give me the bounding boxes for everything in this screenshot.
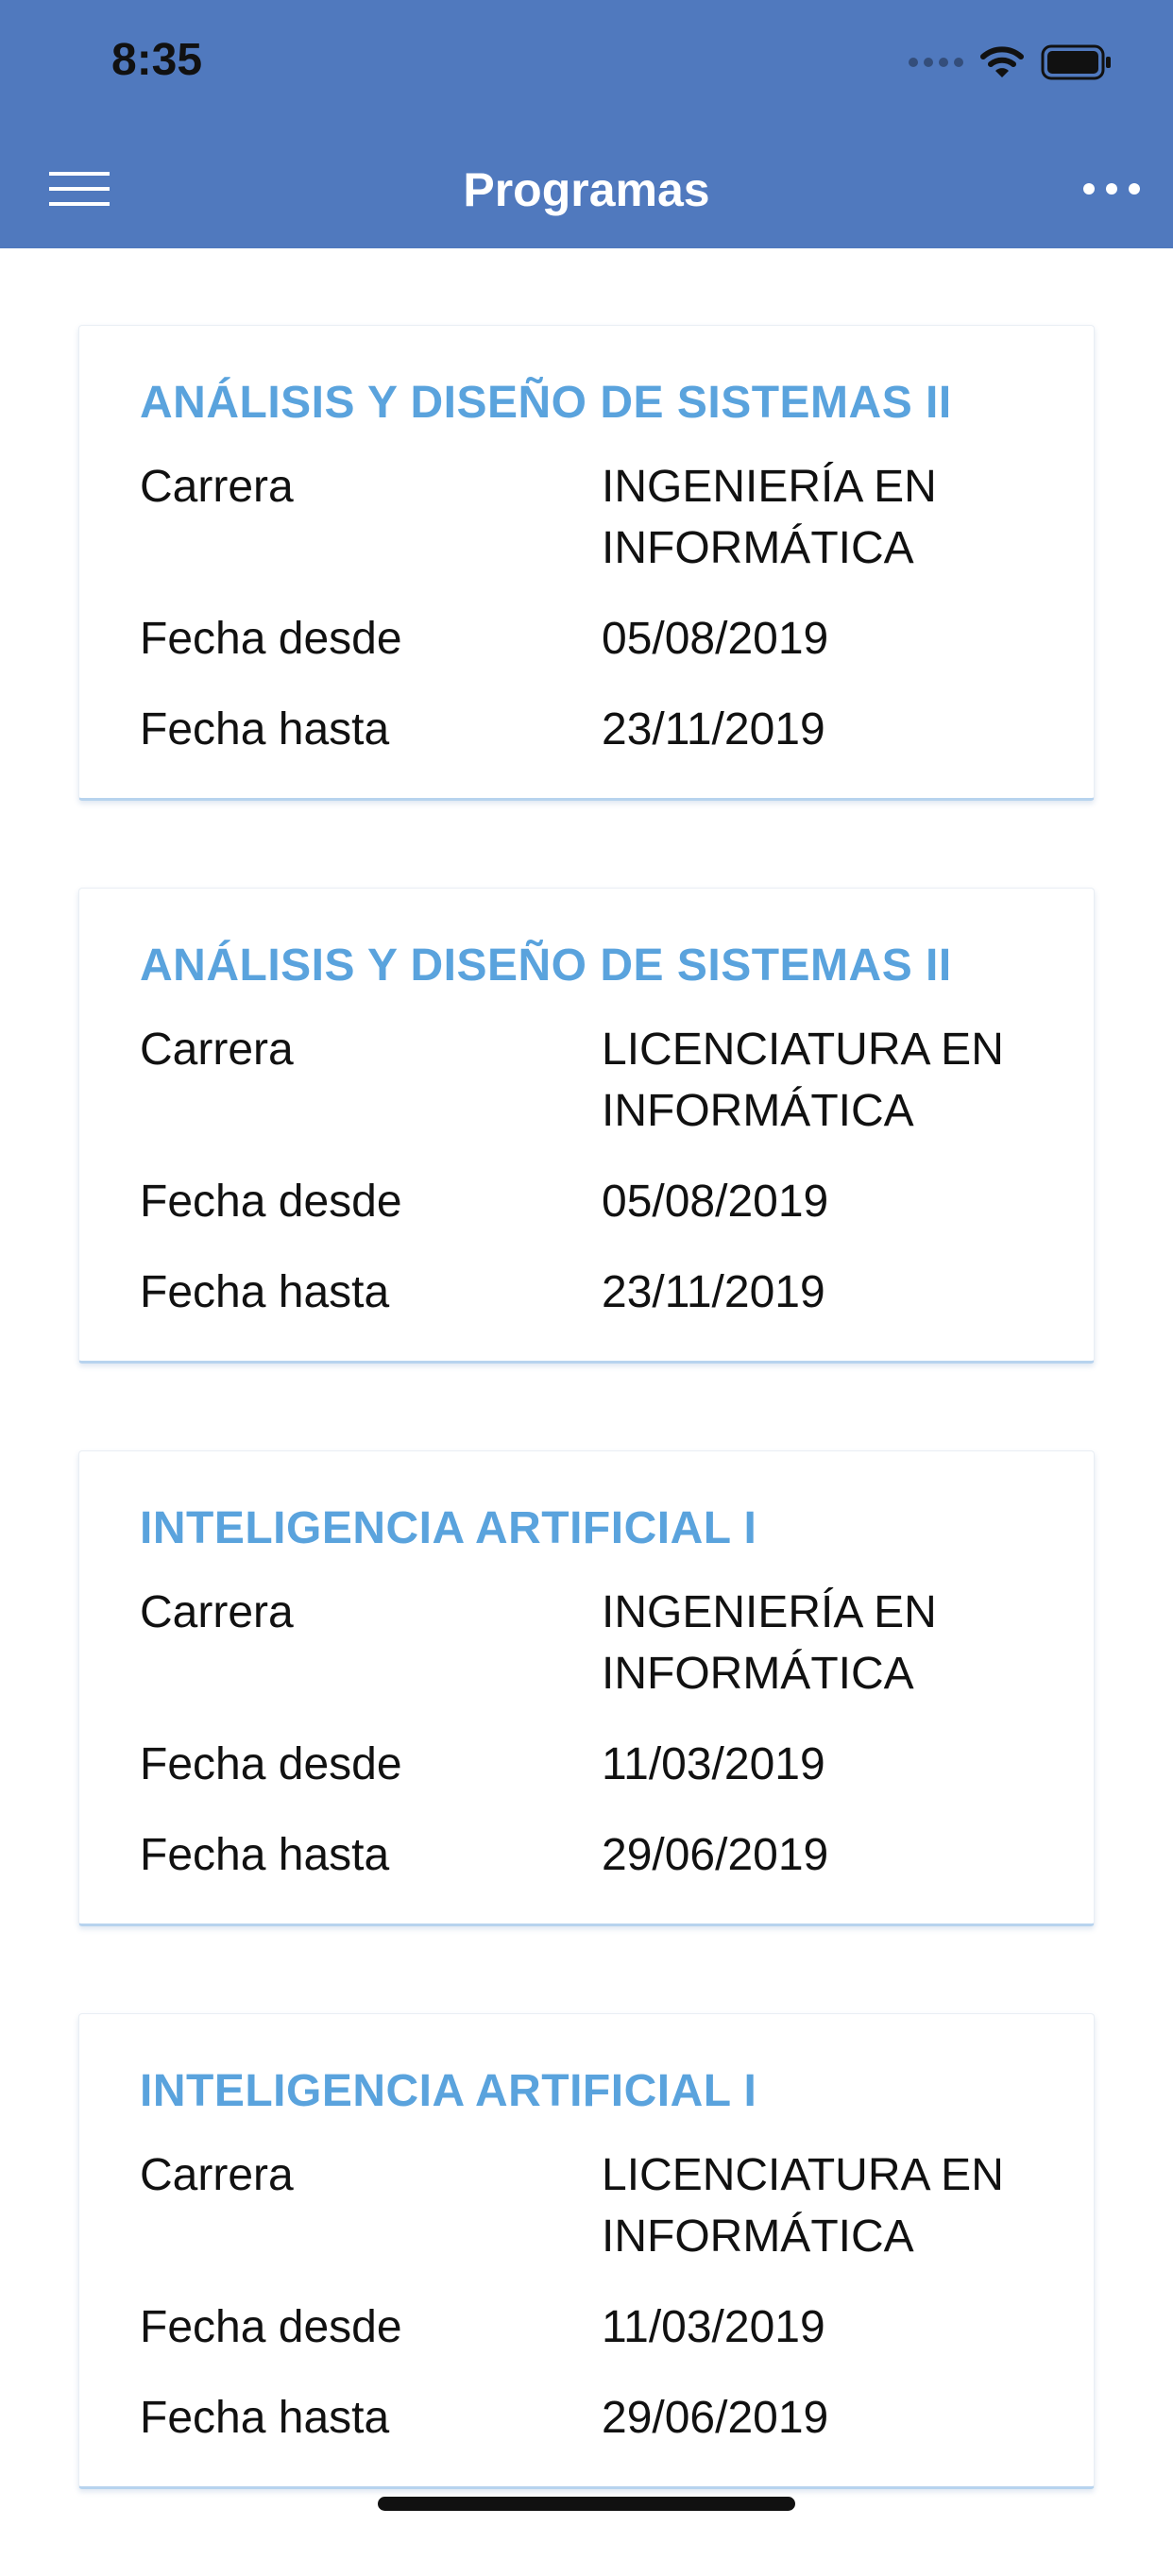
program-card[interactable]: ANÁLISIS Y DISEÑO DE SISTEMAS II Carrera L… bbox=[78, 888, 1095, 1364]
field-value: LICENCIATURA EN INFORMÁTICA bbox=[602, 2144, 1033, 2267]
field-label: Carrera bbox=[140, 1587, 294, 1637]
home-indicator bbox=[378, 2497, 795, 2511]
field-row: Fecha desde 11/03/2019 bbox=[140, 1734, 1033, 1795]
field-value: INGENIERÍA EN INFORMÁTICA bbox=[602, 1582, 1033, 1704]
program-title: INTELIGENCIA ARTIFICIAL I bbox=[140, 2066, 757, 2116]
field-value: 23/11/2019 bbox=[602, 699, 1033, 760]
field-row: Fecha desde 11/03/2019 bbox=[140, 2296, 1033, 2358]
wifi-icon bbox=[980, 46, 1024, 77]
field-row: Fecha hasta 23/11/2019 bbox=[140, 1262, 1033, 1323]
field-row: Fecha hasta 29/06/2019 bbox=[140, 1824, 1033, 1886]
field-value: 29/06/2019 bbox=[602, 1824, 1033, 1886]
field-label: Fecha hasta bbox=[140, 1830, 390, 1880]
field-value: 05/08/2019 bbox=[602, 1171, 1033, 1232]
battery-icon bbox=[1041, 44, 1111, 80]
program-title: ANÁLISIS Y DISEÑO DE SISTEMAS II bbox=[140, 378, 952, 428]
field-row: Fecha hasta 29/06/2019 bbox=[140, 2387, 1033, 2449]
field-value-line: 29/06/2019 bbox=[602, 1830, 829, 1880]
field-value-line: INFORMÁTICA bbox=[602, 523, 914, 573]
field-value-line: INGENIERÍA EN bbox=[602, 1587, 937, 1637]
field-value-line: 23/11/2019 bbox=[602, 704, 825, 754]
field-value-line: 23/11/2019 bbox=[602, 1267, 825, 1317]
page-title: Programas bbox=[463, 163, 710, 216]
field-value-line: LICENCIATURA EN bbox=[602, 1025, 1004, 1075]
field-value: 11/03/2019 bbox=[602, 1734, 1033, 1795]
field-value-line: 29/06/2019 bbox=[602, 2393, 829, 2443]
program-title: ANÁLISIS Y DISEÑO DE SISTEMAS II bbox=[140, 941, 952, 991]
field-value-line: INGENIERÍA EN bbox=[602, 462, 937, 512]
field-label: Carrera bbox=[140, 1025, 294, 1075]
field-label: Fecha desde bbox=[140, 1739, 402, 1789]
field-label: Carrera bbox=[140, 462, 294, 512]
field-value-line: 05/08/2019 bbox=[602, 614, 829, 664]
field-row: Fecha desde 05/08/2019 bbox=[140, 1171, 1033, 1232]
field-value: 29/06/2019 bbox=[602, 2387, 1033, 2449]
field-value: INGENIERÍA EN INFORMÁTICA bbox=[602, 456, 1033, 579]
field-value-line: INFORMÁTICA bbox=[602, 1086, 914, 1136]
field-value-line: INFORMÁTICA bbox=[602, 2212, 914, 2262]
field-value: 05/08/2019 bbox=[602, 608, 1033, 669]
field-label: Fecha hasta bbox=[140, 2393, 390, 2443]
field-label: Fecha hasta bbox=[140, 1267, 390, 1317]
field-value-line: 11/03/2019 bbox=[602, 1739, 825, 1789]
field-value: LICENCIATURA EN INFORMÁTICA bbox=[602, 1019, 1033, 1142]
field-label: Fecha desde bbox=[140, 614, 402, 664]
toolbar: Programas bbox=[0, 142, 1173, 236]
field-row: Fecha hasta 23/11/2019 bbox=[140, 699, 1033, 760]
field-value: 11/03/2019 bbox=[602, 2296, 1033, 2358]
program-title: INTELIGENCIA ARTIFICIAL I bbox=[140, 1503, 757, 1553]
field-row: Fecha desde 05/08/2019 bbox=[140, 608, 1033, 669]
program-card[interactable]: ANÁLISIS Y DISEÑO DE SISTEMAS II Carrera I… bbox=[78, 325, 1095, 801]
field-value: 23/11/2019 bbox=[602, 1262, 1033, 1323]
field-row: Carrera INGENIERÍA EN INFORMÁTICA bbox=[140, 456, 1033, 579]
field-value-line: 05/08/2019 bbox=[602, 1177, 829, 1227]
field-label: Fecha desde bbox=[140, 1177, 402, 1227]
field-value-line: LICENCIATURA EN bbox=[602, 2150, 1004, 2200]
app-bar: 8:35 Programas bbox=[0, 0, 1173, 248]
field-row: Carrera LICENCIATURA EN INFORMÁTICA bbox=[140, 2144, 1033, 2267]
field-row: Carrera INGENIERÍA EN INFORMÁTICA bbox=[140, 1582, 1033, 1704]
field-row: Carrera LICENCIATURA EN INFORMÁTICA bbox=[140, 1019, 1033, 1142]
program-card[interactable]: INTELIGENCIA ARTIFICIAL I Carrera INGENIER… bbox=[78, 1450, 1095, 1926]
field-label: Carrera bbox=[140, 2150, 294, 2200]
status-icons bbox=[909, 42, 1113, 83]
program-list: ANÁLISIS Y DISEÑO DE SISTEMAS II Carrera I… bbox=[78, 325, 1095, 2576]
field-label: Fecha desde bbox=[140, 2302, 402, 2352]
more-options-icon[interactable] bbox=[1069, 159, 1154, 219]
field-value-line: 11/03/2019 bbox=[602, 2302, 825, 2352]
program-card[interactable]: INTELIGENCIA ARTIFICIAL I Carrera LICENCIA… bbox=[78, 2013, 1095, 2489]
field-label: Fecha hasta bbox=[140, 704, 390, 754]
field-value-line: INFORMÁTICA bbox=[602, 1649, 914, 1699]
status-time: 8:35 bbox=[111, 35, 203, 85]
signal-icon bbox=[909, 58, 963, 67]
